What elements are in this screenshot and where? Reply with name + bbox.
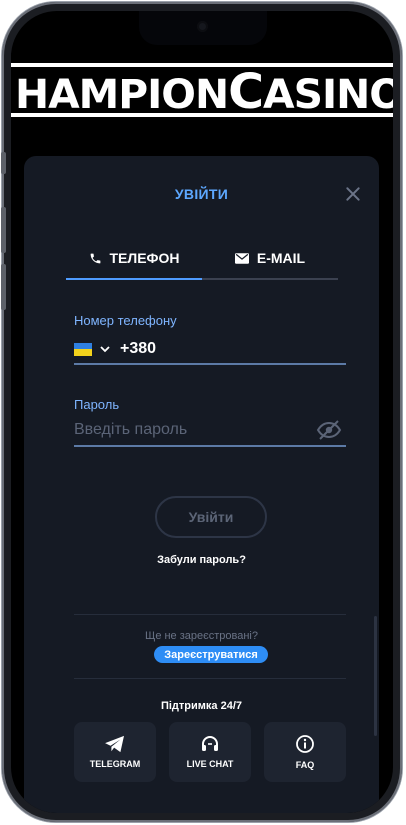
phone-field[interactable]: +380 xyxy=(74,338,346,360)
notch xyxy=(139,11,267,45)
eye-off-icon[interactable] xyxy=(316,418,342,442)
casino-logo: HAMPIONCASINO xyxy=(11,53,393,137)
divider xyxy=(74,678,346,679)
telegram-label: TELEGRAM xyxy=(89,759,141,769)
tab-email[interactable]: E-MAIL xyxy=(202,238,338,280)
password-label: Пароль xyxy=(74,397,120,412)
telegram-button[interactable]: TELEGRAM xyxy=(74,722,156,782)
telegram-icon xyxy=(105,735,124,753)
logo-line-bottom xyxy=(11,113,393,117)
chevron-down-icon[interactable] xyxy=(100,344,110,354)
phone-prefix: +380 xyxy=(120,340,157,357)
live-chat-button[interactable]: LIVE CHAT xyxy=(169,722,251,782)
password-input[interactable] xyxy=(74,418,314,442)
tab-phone-label: ТЕЛЕФОН xyxy=(109,250,180,266)
not-registered-text: Ще не зареєстровані? xyxy=(145,630,258,642)
tab-phone[interactable]: ТЕЛЕФОН xyxy=(66,238,202,280)
password-underline xyxy=(74,445,346,447)
divider xyxy=(74,614,346,615)
login-tabs: ТЕЛЕФОН E-MAIL xyxy=(66,238,338,280)
screen: HAMPIONCASINO УВІЙТИ ТЕЛЕФОН E-MAIL Номе… xyxy=(11,11,393,813)
faq-label: FAQ xyxy=(295,760,315,770)
live-chat-label: LIVE CHAT xyxy=(186,759,234,769)
ukraine-flag-icon xyxy=(74,342,92,356)
logo-part-2: C xyxy=(228,64,264,120)
modal-title: УВІЙТИ xyxy=(174,186,229,202)
phone-frame: HAMPIONCASINO УВІЙТИ ТЕЛЕФОН E-MAIL Номе… xyxy=(1,2,402,822)
close-icon[interactable] xyxy=(343,184,363,204)
phone-label: Номер телефону xyxy=(74,313,177,328)
headset-icon xyxy=(202,736,218,751)
logo-part-3: ASINO xyxy=(263,72,393,118)
forgot-password-link[interactable]: Забули пароль? xyxy=(24,554,379,566)
login-panel: УВІЙТИ ТЕЛЕФОН E-MAIL Номер телефону +38… xyxy=(24,156,379,813)
logo-text: HAMPIONCASINO xyxy=(15,64,393,120)
faq-button[interactable]: FAQ xyxy=(264,722,346,782)
volume-up-button xyxy=(1,207,6,253)
side-button xyxy=(1,152,6,174)
info-icon xyxy=(296,735,314,753)
login-button[interactable]: Увійти xyxy=(155,496,267,538)
tab-email-label: E-MAIL xyxy=(256,250,306,266)
volume-down-button xyxy=(1,264,6,310)
register-button[interactable]: Зареєструватися xyxy=(154,646,268,663)
support-title: Підтримка 24/7 xyxy=(160,700,243,712)
mail-icon xyxy=(234,252,249,264)
phone-underline xyxy=(74,363,346,365)
logo-part-1: HAMPION xyxy=(15,72,229,118)
phone-icon xyxy=(90,253,100,263)
camera xyxy=(197,21,208,32)
